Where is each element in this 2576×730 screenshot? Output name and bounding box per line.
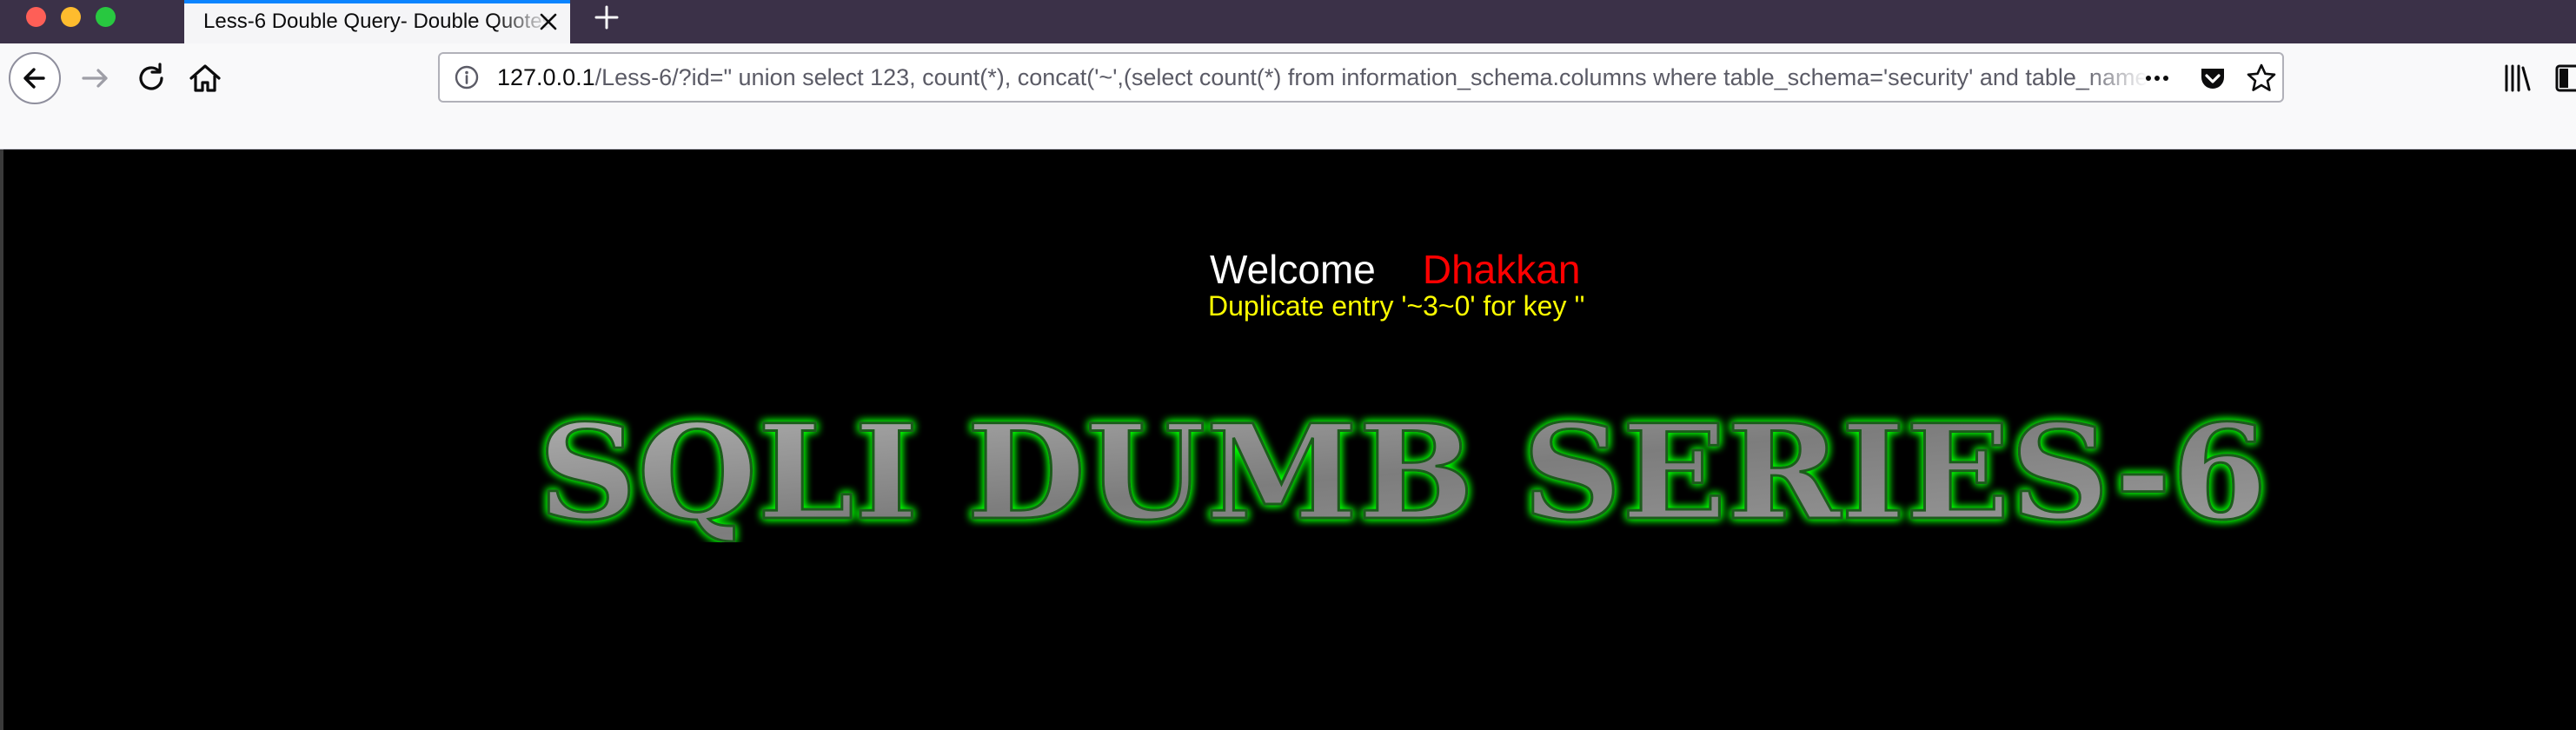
pocket-icon[interactable] [2197,63,2228,94]
home-button[interactable] [186,59,224,97]
url-input[interactable]: 127.0.0.1/Less-6/?id=" union select 123,… [497,54,2148,101]
close-icon[interactable] [534,7,563,36]
ellipsis-icon[interactable] [2141,63,2173,94]
banner-title: SQLI DUMB SERIES-6 [537,403,2269,542]
welcome-text: Welcome [1210,247,1376,292]
url-bar[interactable]: 127.0.0.1/Less-6/?id=" union select 123,… [438,52,2284,103]
tab-active[interactable]: Less-6 Double Query- Double Quotes- Stri… [184,0,570,43]
error-message: Duplicate entry '~3~0' for key '' [1208,290,1585,322]
star-icon[interactable] [2246,63,2277,94]
back-button[interactable] [9,52,61,104]
window-close-button[interactable] [26,7,46,27]
new-tab-button[interactable] [589,0,624,35]
forward-button[interactable] [76,59,115,97]
url-host: 127.0.0.1 [497,64,595,90]
banner-text: SQLI DUMB SERIES-6 [538,403,2267,542]
welcome-name: Dhakkan [1422,247,1581,292]
navigation-toolbar: 127.0.0.1/Less-6/?id=" union select 123,… [0,43,2576,149]
welcome-line: Welcome Dhakkan [1210,247,1580,292]
page-content: Welcome Dhakkan Duplicate entry '~3~0' fo… [0,149,2576,730]
sidebar-icon[interactable] [2553,61,2576,96]
url-path: /Less-6/?id=" union select 123, count(*)… [594,64,2148,90]
info-icon[interactable] [454,64,480,90]
tab-title: Less-6 Double Query- Double Quotes- Stri… [203,10,551,33]
library-icon[interactable] [2501,61,2536,96]
reload-button[interactable] [132,59,170,97]
plus-icon [589,5,624,38]
window-minimize-button[interactable] [61,7,81,27]
window-maximize-button[interactable] [96,7,116,27]
tab-strip: Less-6 Double Query- Double Quotes- Stri… [0,0,2576,43]
